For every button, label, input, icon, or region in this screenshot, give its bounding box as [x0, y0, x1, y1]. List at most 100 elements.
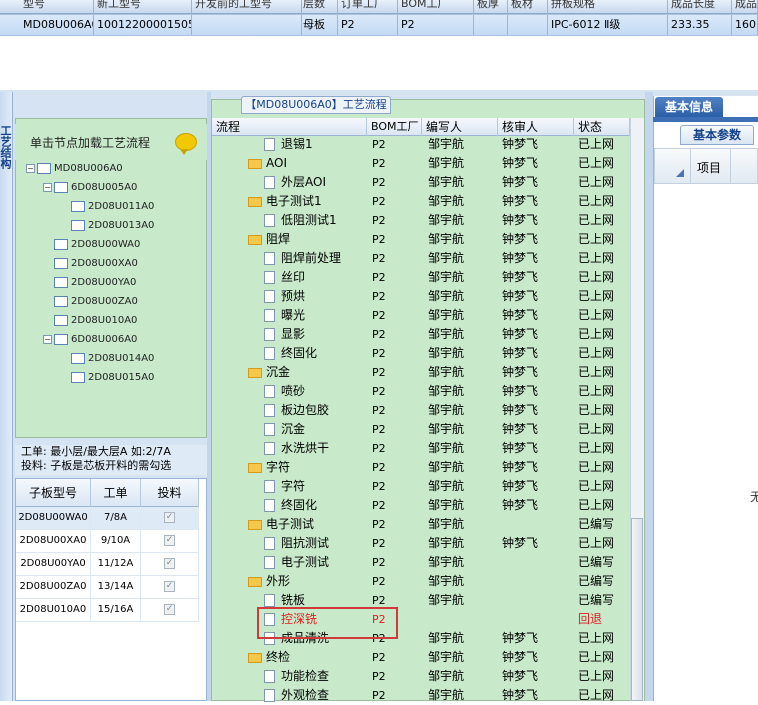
tree-node[interactable]: 2D08U00YA0 — [43, 274, 136, 292]
process-row[interactable]: AOI P2 邹宇航 钟梦飞 已上网 — [212, 154, 630, 173]
process-row[interactable]: 预烘 P2 邹宇航 钟梦飞 已上网 — [212, 287, 630, 306]
tree-node[interactable]: − 6D08U006A0 — [43, 331, 137, 349]
process-row[interactable]: 显影 P2 邹宇航 钟梦飞 已上网 — [212, 325, 630, 344]
col-editor[interactable]: 编写人 — [422, 118, 498, 136]
subboard-row[interactable]: 2D08U00XA0 9/10A ✓ — [16, 530, 199, 553]
col-subboard-model[interactable]: 子板型号 — [16, 479, 91, 507]
process-row[interactable]: 水洗烘干 P2 邹宇航 钟梦飞 已上网 — [212, 439, 630, 458]
process-row[interactable]: 阻焊 P2 邹宇航 钟梦飞 已上网 — [212, 230, 630, 249]
process-row[interactable]: 字符 P2 邹宇航 钟梦飞 已上网 — [212, 477, 630, 496]
left-collapse-strip[interactable] — [0, 92, 13, 701]
tree-node[interactable]: 2D08U00ZA0 — [43, 293, 138, 311]
document-icon — [264, 480, 275, 493]
process-row[interactable]: 终固化 P2 邹宇航 钟梦飞 已上网 — [212, 496, 630, 515]
col-feed[interactable]: 投料 — [141, 479, 199, 507]
process-name: 退锡1 — [281, 137, 313, 151]
process-row[interactable]: 功能检查 P2 邹宇航 钟梦飞 已上网 — [212, 667, 630, 686]
top-header-cell[interactable]: 型号 — [20, 0, 94, 13]
process-row[interactable]: 电子测试1 P2 邹宇航 钟梦飞 已上网 — [212, 192, 630, 211]
tree-node[interactable]: 2D08U010A0 — [43, 312, 137, 330]
process-row[interactable]: 外形 P2 邹宇航 已编写 — [212, 572, 630, 591]
collapse-icon[interactable]: − — [43, 182, 52, 192]
subboard-row[interactable]: 2D08U010A0 15/16A ✓ — [16, 599, 199, 622]
process-status: 已上网 — [578, 213, 615, 227]
process-row[interactable]: 外层AOI P2 邹宇航 钟梦飞 已上网 — [212, 173, 630, 192]
tree-node[interactable]: − MD08U006A0 — [26, 160, 123, 178]
process-factory: P2 — [372, 385, 386, 398]
process-grid-scroll-thumb[interactable] — [631, 518, 643, 701]
process-cell: 功能检查 — [264, 667, 329, 686]
top-header-cell[interactable]: 开发前的工型号 — [192, 0, 302, 13]
top-header-cell[interactable]: 板厚 — [474, 0, 508, 13]
document-icon — [264, 214, 275, 227]
collapse-icon[interactable]: − — [26, 163, 35, 173]
process-row[interactable]: 丝印 P2 邹宇航 钟梦飞 已上网 — [212, 268, 630, 287]
document-icon — [264, 556, 275, 569]
process-row[interactable]: 终固化 P2 邹宇航 钟梦飞 已上网 — [212, 344, 630, 363]
process-row[interactable]: 电子测试 P2 邹宇航 已编写 — [212, 515, 630, 534]
right-splitter[interactable] — [645, 92, 653, 701]
process-flow-title: 【MD08U006A0】工艺流程 — [241, 96, 391, 114]
process-row[interactable]: 电子测试 P2 邹宇航 已编写 — [212, 553, 630, 572]
process-row[interactable]: 曝光 P2 邹宇航 钟梦飞 已上网 — [212, 306, 630, 325]
process-editor: 邹宇航 — [428, 460, 465, 474]
process-name: 字符 — [281, 479, 306, 493]
process-row[interactable]: 阻焊前处理 P2 邹宇航 钟梦飞 已上网 — [212, 249, 630, 268]
top-grid-selected-row[interactable]: MD08U006A0 10012200001505 母板 P2 P2 IPC-6012 Ⅱ… — [0, 14, 758, 36]
tree-node[interactable]: 2D08U014A0 — [60, 350, 154, 368]
subboard-cell-model: 2D08U00YA0 — [16, 553, 91, 575]
top-header-cell[interactable]: 成品 — [732, 0, 758, 13]
process-row[interactable]: 终检 P2 邹宇航 钟梦飞 已上网 — [212, 648, 630, 667]
process-reviewer: 钟梦飞 — [502, 422, 539, 436]
top-row-cell: 母板 — [300, 15, 338, 35]
tree-node[interactable]: 2D08U015A0 — [60, 369, 154, 387]
top-header-cell[interactable]: 板材 — [508, 0, 548, 13]
top-header-cell[interactable]: 新工型号 — [94, 0, 192, 13]
subboard-row[interactable]: 2D08U00ZA0 13/14A ✓ — [16, 576, 199, 599]
top-header-cell[interactable]: 层数 — [300, 0, 338, 13]
feed-checkbox[interactable]: ✓ — [164, 557, 175, 569]
process-row[interactable]: 低阻测试1 P2 邹宇航 钟梦飞 已上网 — [212, 211, 630, 230]
process-row[interactable]: 阻抗测试 P2 邹宇航 钟梦飞 已上网 — [212, 534, 630, 553]
tree-node[interactable]: 2D08U00WA0 — [43, 236, 140, 254]
process-row[interactable]: 退锡1 P2 邹宇航 钟梦飞 已上网 — [212, 135, 630, 154]
folder-icon — [248, 519, 262, 530]
process-row[interactable]: 板边包胶 P2 邹宇航 钟梦飞 已上网 — [212, 401, 630, 420]
process-row[interactable]: 外观检查 P2 邹宇航 钟梦飞 已上网 — [212, 686, 630, 705]
subboard-row[interactable]: 2D08U00YA0 11/12A ✓ — [16, 553, 199, 576]
process-row[interactable]: 喷砂 P2 邹宇航 钟梦飞 已上网 — [212, 382, 630, 401]
col-order[interactable]: 工单 — [91, 479, 141, 507]
process-status: 已上网 — [578, 327, 615, 341]
col-bom-factory[interactable]: BOM工厂 — [367, 118, 422, 136]
left-strip-label: 工艺结构 — [0, 125, 12, 169]
tree-node[interactable]: 2D08U011A0 — [60, 198, 154, 216]
process-row[interactable]: 沉金 P2 邹宇航 钟梦飞 已上网 — [212, 420, 630, 439]
col-status[interactable]: 状态 — [574, 118, 630, 136]
tab-basic-params[interactable]: 基本参数 — [680, 125, 754, 145]
tab-basic-info[interactable]: 基本信息 — [655, 97, 723, 117]
process-cell: 电子测试 — [264, 553, 329, 572]
tree-node[interactable]: 2D08U013A0 — [60, 217, 154, 235]
process-cell: 沉金 — [248, 363, 290, 382]
collapse-icon[interactable]: − — [43, 334, 52, 344]
col-reviewer[interactable]: 核审人 — [498, 118, 574, 136]
top-header-cell[interactable]: BOM工厂 — [398, 0, 474, 13]
board-node-icon — [54, 238, 68, 250]
feed-checkbox[interactable]: ✓ — [164, 534, 175, 546]
tree-node[interactable]: − 6D08U005A0 — [43, 179, 137, 197]
top-header-cell[interactable]: 拼板规格 — [548, 0, 668, 13]
col-item[interactable]: 项目 — [697, 159, 721, 176]
feed-checkbox[interactable]: ✓ — [164, 603, 175, 615]
tree-node[interactable]: 2D08U00XA0 — [43, 255, 138, 273]
feed-checkbox[interactable]: ✓ — [164, 580, 175, 592]
subboard-row[interactable]: 2D08U00WA0 7/8A ✓ — [16, 507, 199, 530]
document-icon — [264, 138, 275, 151]
top-row-cell: 233.35 — [668, 15, 732, 35]
process-row[interactable]: 沉金 P2 邹宇航 钟梦飞 已上网 — [212, 363, 630, 382]
top-header-cell[interactable]: 订单工厂 — [338, 0, 398, 13]
feed-checkbox[interactable]: ✓ — [164, 511, 175, 523]
top-header-cell[interactable]: 成品长度 — [668, 0, 732, 13]
col-process[interactable]: 流程 — [212, 118, 367, 136]
tree-node-label: 2D08U00YA0 — [71, 277, 137, 288]
process-row[interactable]: 字符 P2 邹宇航 钟梦飞 已上网 — [212, 458, 630, 477]
